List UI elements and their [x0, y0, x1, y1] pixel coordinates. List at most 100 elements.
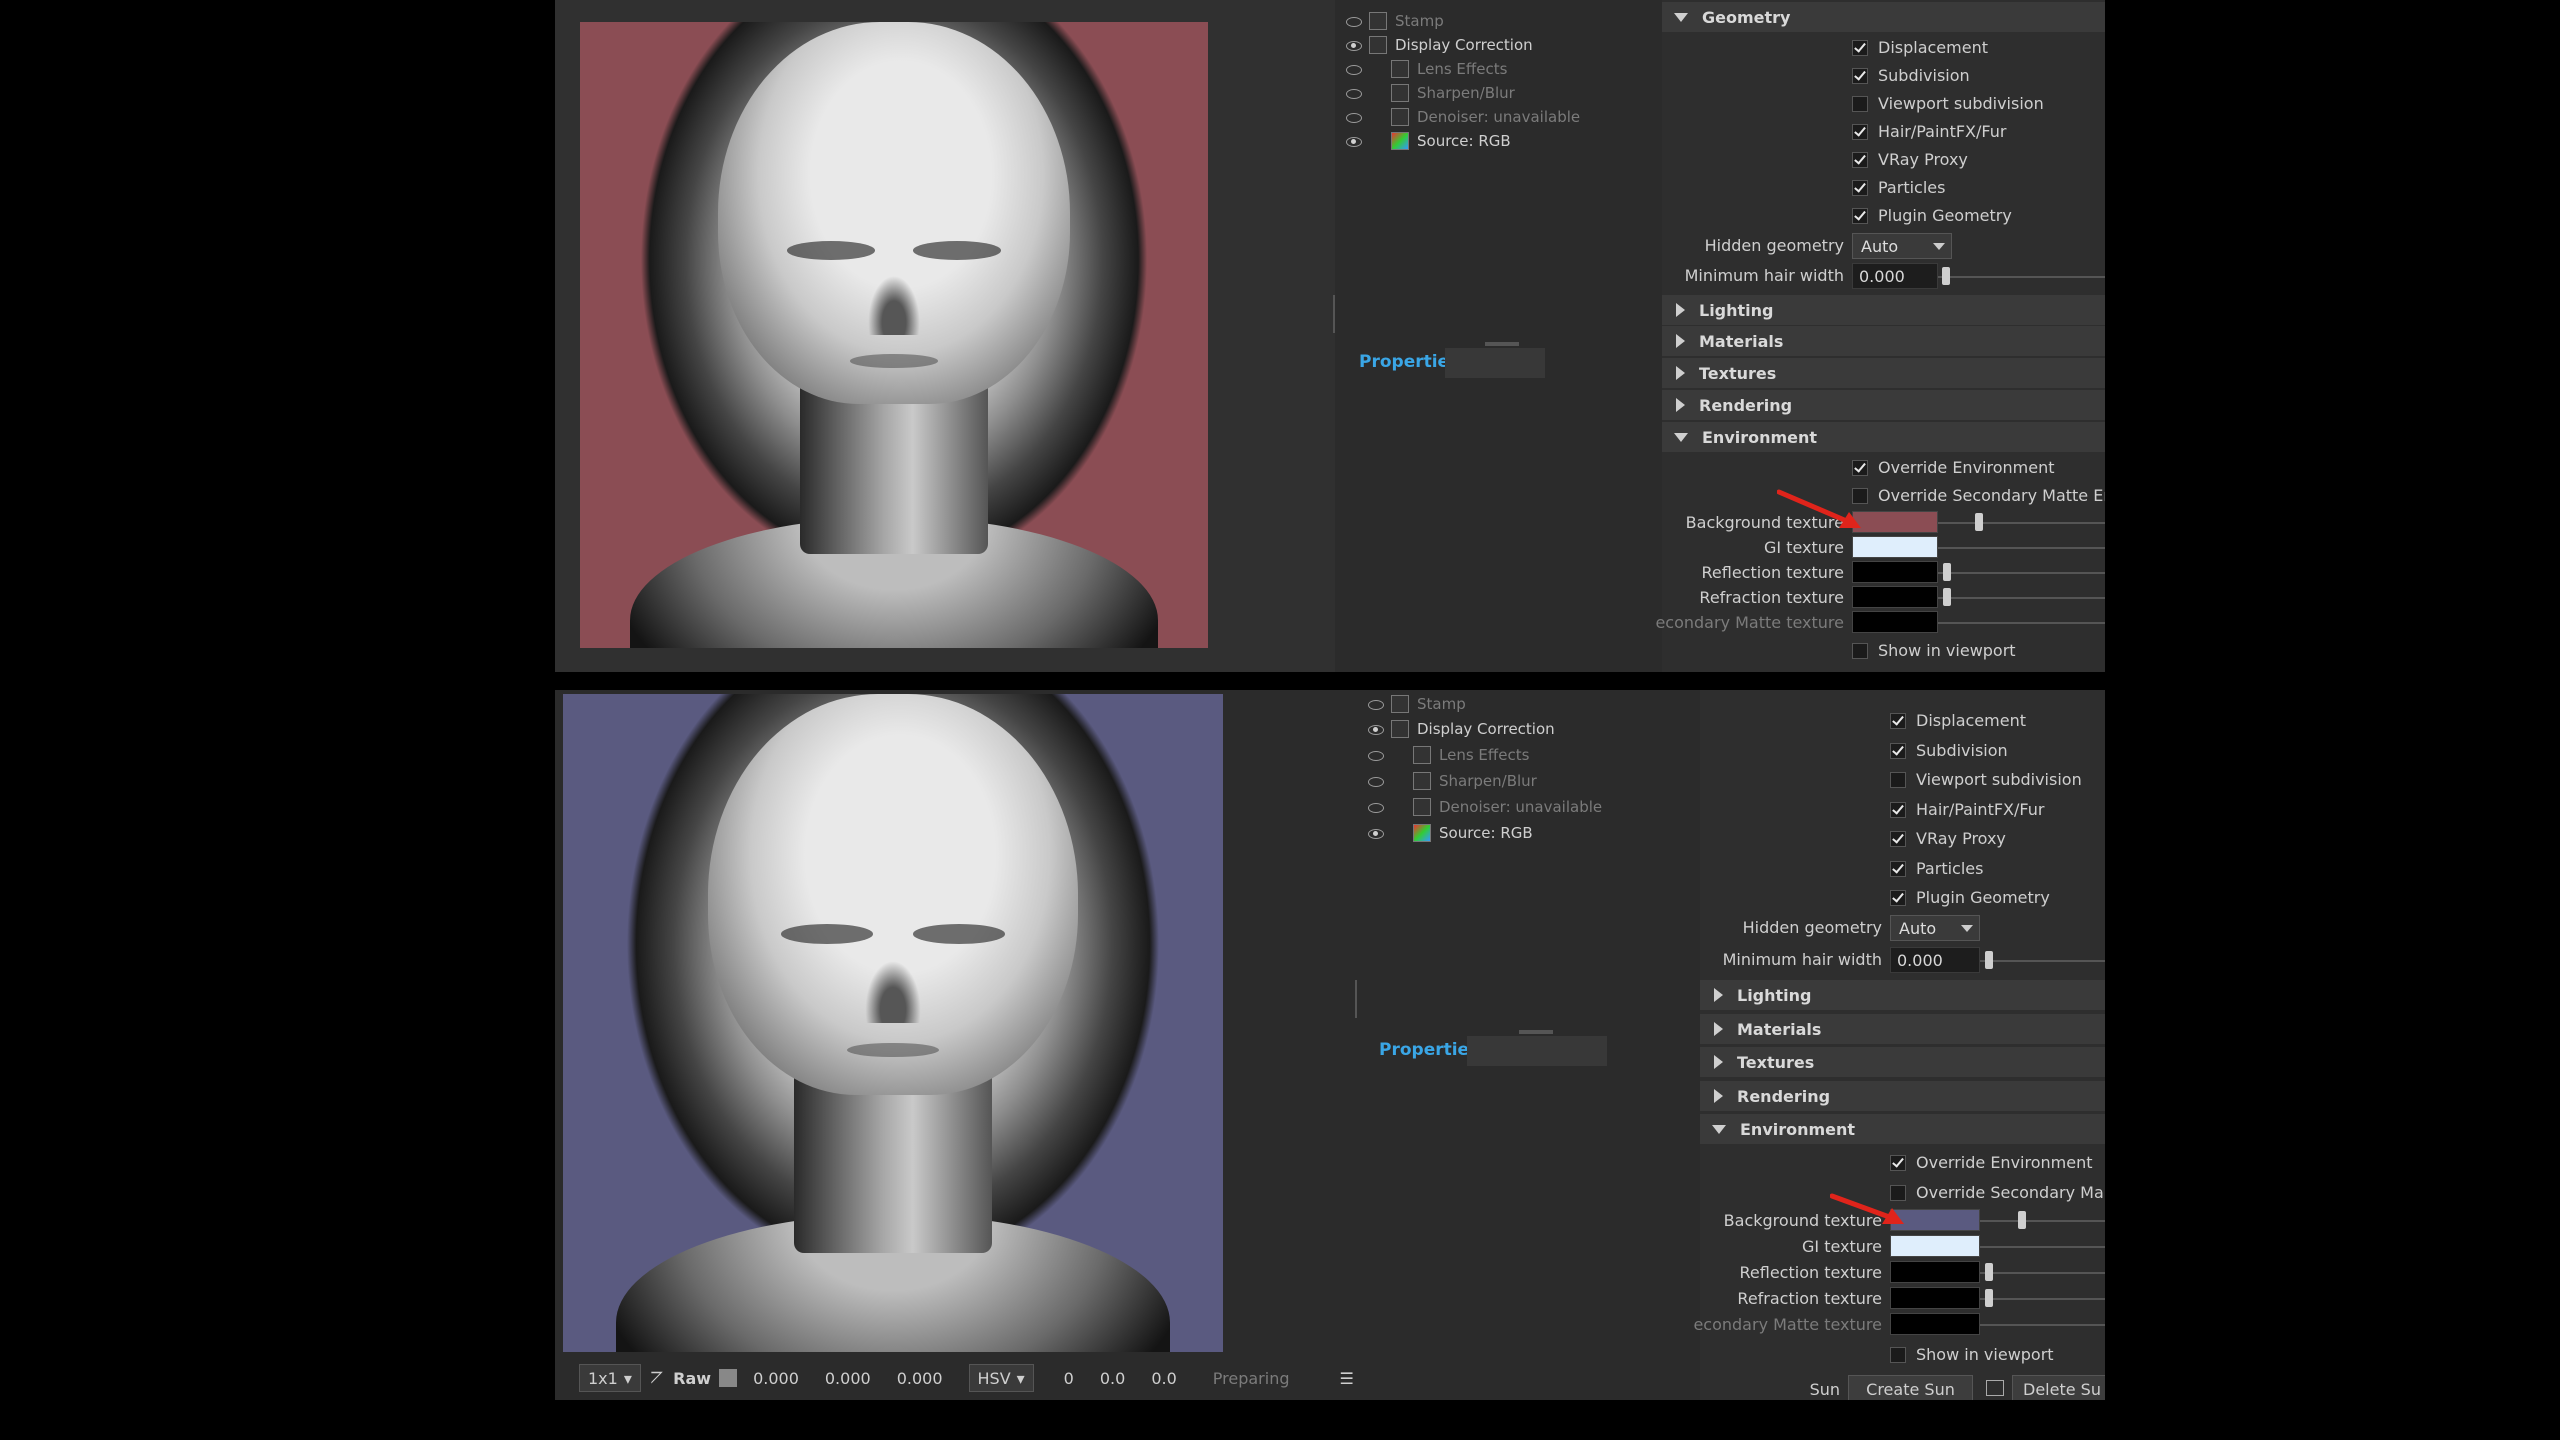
- menu-icon[interactable]: ☰: [1339, 1369, 1353, 1388]
- checkbox[interactable]: [1890, 860, 1906, 877]
- check-show-in-viewport[interactable]: Show in viewport: [1890, 1345, 2054, 1364]
- section-geometry[interactable]: Geometry: [1662, 2, 2105, 32]
- layer-item-source[interactable]: Source: RGB: [1367, 822, 1533, 844]
- check-plugin-geometry[interactable]: Plugin Geometry: [1852, 206, 2012, 225]
- reflection-texture-slider[interactable]: [1938, 572, 2105, 574]
- layer-item-denoiser[interactable]: Denoiser: unavailable: [1345, 106, 1580, 128]
- checkbox[interactable]: [1890, 742, 1906, 759]
- resize-handle[interactable]: [1485, 342, 1519, 346]
- check-override-environment[interactable]: Override Environment: [1852, 458, 2054, 477]
- check-show-in-viewport[interactable]: Show in viewport: [1852, 641, 2016, 660]
- eye-icon[interactable]: [1345, 87, 1362, 99]
- check-plugin-geometry[interactable]: Plugin Geometry: [1890, 888, 2050, 907]
- check-hair[interactable]: Hair/PaintFX/Fur: [1852, 122, 2006, 141]
- check-particles[interactable]: Particles: [1890, 859, 1983, 878]
- layer-item-sharpen-blur[interactable]: Sharpen/Blur: [1345, 82, 1515, 104]
- layer-item-source[interactable]: Source: RGB: [1345, 130, 1511, 152]
- checkbox[interactable]: [1890, 1346, 1906, 1363]
- layer-item-lens-effects[interactable]: Lens Effects: [1367, 744, 1529, 766]
- layer-item-lens-effects[interactable]: Lens Effects: [1345, 58, 1507, 80]
- layer-item-stamp[interactable]: Stamp: [1367, 693, 1466, 715]
- check-subdivision[interactable]: Subdivision: [1890, 741, 2008, 760]
- secondary-matte-swatch[interactable]: [1890, 1313, 1980, 1335]
- refraction-texture-swatch[interactable]: [1852, 586, 1938, 608]
- section-lighting[interactable]: Lighting: [1700, 980, 2105, 1010]
- secondary-matte-slider[interactable]: [1938, 622, 2105, 624]
- slider-knob[interactable]: [1943, 563, 1951, 581]
- colorspace-dropdown[interactable]: HSV ▾: [968, 1364, 1034, 1392]
- secondary-matte-swatch[interactable]: [1852, 611, 1938, 633]
- slider-knob[interactable]: [1942, 267, 1950, 285]
- reflection-texture-swatch[interactable]: [1890, 1261, 1980, 1283]
- slider-knob[interactable]: [1975, 513, 1983, 531]
- eye-icon[interactable]: [1367, 723, 1384, 735]
- checkbox[interactable]: [1890, 830, 1906, 847]
- checkbox[interactable]: [1890, 771, 1906, 788]
- refraction-texture-swatch[interactable]: [1890, 1287, 1980, 1309]
- eye-icon[interactable]: [1345, 15, 1362, 27]
- gi-texture-slider[interactable]: [1980, 1246, 2105, 1248]
- eye-icon[interactable]: [1345, 63, 1362, 75]
- checkbox[interactable]: [1852, 207, 1868, 224]
- section-rendering[interactable]: Rendering: [1662, 390, 2105, 420]
- refraction-texture-slider[interactable]: [1980, 1298, 2105, 1300]
- slider-knob[interactable]: [1985, 1263, 1993, 1281]
- eye-icon[interactable]: [1367, 749, 1384, 761]
- check-particles[interactable]: Particles: [1852, 178, 1945, 197]
- checkbox[interactable]: [1852, 459, 1868, 476]
- eye-icon[interactable]: [1367, 698, 1384, 710]
- layer-item-denoiser[interactable]: Denoiser: unavailable: [1367, 796, 1602, 818]
- curve-tool-icon[interactable]: ⦢: [651, 1368, 663, 1388]
- splitter-handle[interactable]: [1333, 295, 1335, 333]
- section-rendering[interactable]: Rendering: [1700, 1081, 2105, 1111]
- check-displacement[interactable]: Displacement: [1890, 711, 2026, 730]
- hidden-geometry-dropdown[interactable]: Auto: [1852, 233, 1952, 259]
- checkbox[interactable]: [1890, 1154, 1906, 1171]
- checkbox[interactable]: [1852, 123, 1868, 140]
- eye-icon[interactable]: [1345, 111, 1362, 123]
- checkbox[interactable]: [1852, 95, 1868, 112]
- slider-knob[interactable]: [1985, 1289, 1993, 1307]
- layer-item-stamp[interactable]: Stamp: [1345, 10, 1444, 32]
- section-materials[interactable]: Materials: [1662, 326, 2105, 356]
- layer-item-display-correction[interactable]: Display Correction: [1345, 34, 1533, 56]
- delete-sun-button[interactable]: Delete Su: [2012, 1375, 2105, 1400]
- check-subdivision[interactable]: Subdivision: [1852, 66, 1970, 85]
- section-materials[interactable]: Materials: [1700, 1014, 2105, 1044]
- sun-options-icon[interactable]: [1986, 1380, 2004, 1396]
- section-textures[interactable]: Textures: [1662, 358, 2105, 388]
- checkbox[interactable]: [1890, 712, 1906, 729]
- min-hair-slider[interactable]: [1938, 276, 2105, 278]
- check-override-environment[interactable]: Override Environment: [1890, 1153, 2092, 1172]
- checkbox[interactable]: [1852, 39, 1868, 56]
- eye-icon[interactable]: [1367, 801, 1384, 813]
- section-environment[interactable]: Environment: [1700, 1114, 2105, 1144]
- check-vray-proxy[interactable]: VRay Proxy: [1890, 829, 2006, 848]
- checkbox[interactable]: [1852, 179, 1868, 196]
- min-hair-input[interactable]: 0.000: [1890, 947, 1980, 973]
- check-viewport-subdivision[interactable]: Viewport subdivision: [1852, 94, 2044, 113]
- check-hair[interactable]: Hair/PaintFX/Fur: [1890, 800, 2044, 819]
- eye-icon[interactable]: [1367, 827, 1384, 839]
- splitter-handle[interactable]: [1355, 980, 1357, 1018]
- check-viewport-subdivision[interactable]: Viewport subdivision: [1890, 770, 2082, 789]
- checkbox[interactable]: [1852, 67, 1868, 84]
- section-lighting[interactable]: Lighting: [1662, 295, 2105, 325]
- bg-texture-slider[interactable]: [1980, 1220, 2105, 1222]
- check-override-secondary[interactable]: Override Secondary Ma: [1890, 1183, 2104, 1202]
- eye-icon[interactable]: [1345, 135, 1362, 147]
- min-hair-slider[interactable]: [1980, 960, 2105, 962]
- reflection-texture-swatch[interactable]: [1852, 561, 1938, 583]
- gi-texture-swatch[interactable]: [1890, 1235, 1980, 1257]
- hidden-geometry-dropdown[interactable]: Auto: [1890, 915, 1980, 941]
- resize-handle[interactable]: [1519, 1030, 1553, 1034]
- create-sun-button[interactable]: Create Sun: [1848, 1375, 1973, 1400]
- check-displacement[interactable]: Displacement: [1852, 38, 1988, 57]
- checkbox[interactable]: [1890, 801, 1906, 818]
- layer-item-display-correction[interactable]: Display Correction: [1367, 718, 1555, 740]
- refraction-texture-slider[interactable]: [1938, 597, 2105, 599]
- section-textures[interactable]: Textures: [1700, 1047, 2105, 1077]
- resolution-dropdown[interactable]: 1x1 ▾: [579, 1364, 641, 1392]
- slider-knob[interactable]: [1943, 588, 1951, 606]
- check-vray-proxy[interactable]: VRay Proxy: [1852, 150, 1968, 169]
